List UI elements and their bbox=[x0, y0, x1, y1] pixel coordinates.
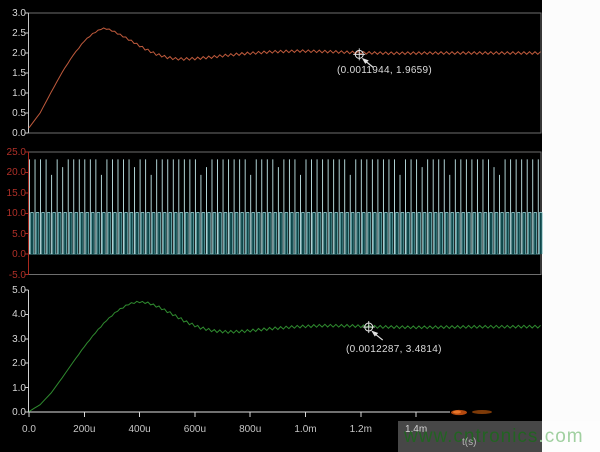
x-axis-title: t(s) bbox=[462, 437, 476, 448]
watermark-overlay: www.cntronics.com bbox=[398, 421, 600, 452]
cursor-readout-top: (0.0011944, 1.9659) bbox=[337, 65, 432, 76]
cursor-readout-bottom: (0.0012287, 3.4814) bbox=[346, 344, 442, 355]
cursor-marker-bottom[interactable] bbox=[363, 321, 383, 340]
simulation-plot-window: 3.02.52.01.51.00.50.025.020.015.010.05.0… bbox=[0, 0, 600, 452]
waveform-canvas bbox=[0, 0, 600, 452]
watermark-suffix: .com bbox=[538, 426, 583, 448]
